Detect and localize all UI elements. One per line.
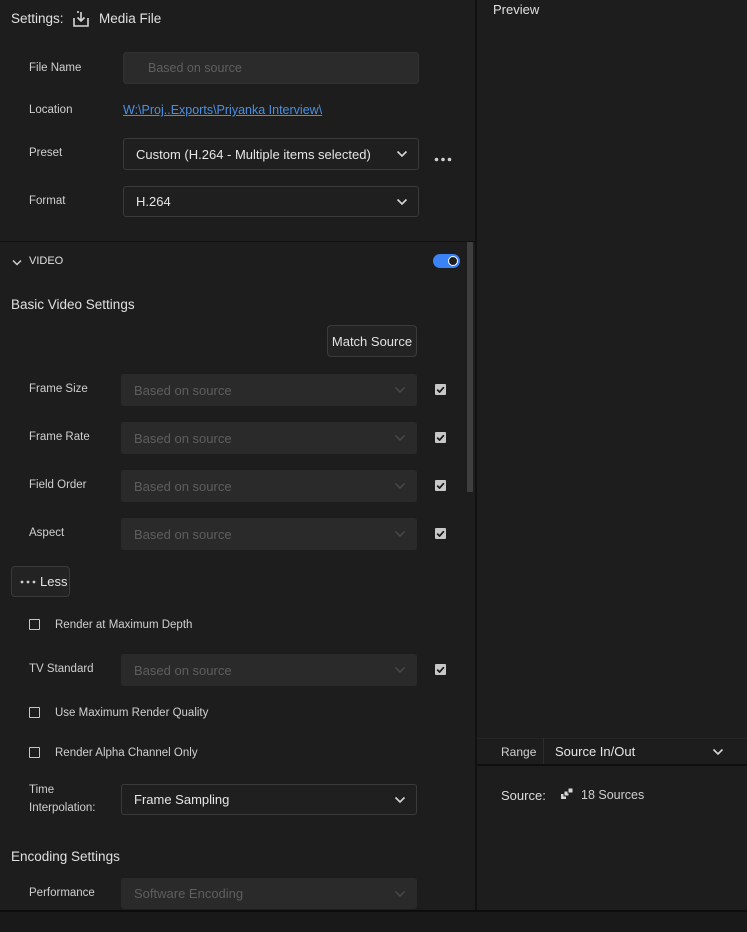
export-settings-panel (0, 0, 475, 910)
preview-panel (477, 0, 747, 910)
chevron-down-icon (394, 796, 406, 803)
preset-label: Preset (29, 147, 63, 159)
chevron-down-icon (396, 150, 408, 158)
less-label: Less (40, 574, 68, 589)
location-link[interactable]: W:\Proj..Exports\Priyanka Interview\ (123, 103, 322, 117)
frame-rate-value: Based on source (134, 430, 232, 446)
frame-size-value: Based on source (134, 382, 232, 398)
location-label: Location (29, 104, 73, 116)
destination-label: Media File (99, 11, 162, 26)
field-order-match-checkbox[interactable] (435, 480, 446, 491)
match-source-button[interactable]: Match Source (327, 325, 417, 357)
frame-rate-select[interactable]: Based on source (121, 422, 417, 454)
file-name-label: File Name (29, 62, 82, 74)
source-label: Source: (501, 788, 546, 803)
tv-standard-match-checkbox[interactable] (435, 664, 446, 675)
time-interpolation-label-line1: Time (29, 784, 55, 796)
chevron-down-icon (395, 483, 405, 489)
format-select[interactable]: H.264 (123, 186, 419, 217)
render-max-depth-label: Render at Maximum Depth (55, 619, 193, 631)
encoding-settings-heading: Encoding Settings (11, 849, 120, 864)
video-enable-toggle[interactable] (433, 254, 460, 268)
performance-label: Performance (29, 887, 95, 899)
frame-size-match-checkbox[interactable] (435, 384, 446, 395)
range-label: Range (501, 745, 537, 759)
aspect-value: Based on source (134, 526, 232, 542)
chevron-down-icon (395, 387, 405, 393)
chevron-down-icon (396, 198, 408, 205)
chevron-down-icon (395, 667, 405, 673)
field-order-label: Field Order (29, 479, 87, 491)
range-select[interactable]: Source In/Out (545, 739, 734, 764)
preset-select[interactable]: Custom (H.264 - Multiple items selected) (123, 138, 419, 170)
chevron-down-icon (395, 531, 405, 537)
tv-standard-value: Based on source (134, 662, 232, 678)
time-interpolation-value: Frame Sampling (134, 792, 230, 807)
sources-stack-icon (560, 787, 574, 801)
format-value: H.264 (136, 194, 171, 209)
performance-select[interactable]: Software Encoding (121, 878, 417, 909)
preset-value: Custom (H.264 - Multiple items selected) (136, 146, 371, 162)
render-max-depth-checkbox[interactable] (29, 619, 40, 630)
aspect-match-checkbox[interactable] (435, 528, 446, 539)
more-options-icon[interactable] (434, 151, 452, 162)
collapse-chevron-icon[interactable] (12, 256, 22, 266)
aspect-select[interactable]: Based on source (121, 518, 417, 550)
download-icon (72, 10, 90, 28)
field-order-value: Based on source (134, 478, 232, 494)
source-count: 18 Sources (581, 788, 645, 802)
section-divider (0, 241, 475, 242)
field-order-select[interactable]: Based on source (121, 470, 417, 502)
settings-scrollbar-thumb[interactable] (467, 242, 473, 492)
max-render-quality-label: Use Maximum Render Quality (55, 707, 209, 719)
time-interpolation-select[interactable]: Frame Sampling (121, 784, 417, 815)
preview-title: Preview (493, 2, 540, 17)
toggle-knob (448, 256, 458, 266)
range-divider (543, 738, 544, 764)
video-section-label: VIDEO (29, 255, 64, 267)
time-interpolation-label-line2: Interpolation: (29, 802, 96, 814)
max-render-quality-checkbox[interactable] (29, 707, 40, 718)
performance-value: Software Encoding (134, 886, 244, 901)
frame-size-select[interactable]: Based on source (121, 374, 417, 406)
ellipsis-icon (20, 580, 36, 583)
frame-rate-label: Frame Rate (29, 431, 90, 443)
preview-range-bottom-border (477, 764, 747, 766)
tv-standard-select[interactable]: Based on source (121, 654, 417, 686)
bottom-bar (0, 910, 747, 932)
alpha-only-label: Render Alpha Channel Only (55, 747, 198, 759)
format-label: Format (29, 195, 66, 207)
settings-label: Settings: (11, 11, 64, 26)
chevron-down-icon (395, 435, 405, 441)
frame-rate-match-checkbox[interactable] (435, 432, 446, 443)
aspect-label: Aspect (29, 527, 65, 539)
alpha-only-checkbox[interactable] (29, 747, 40, 758)
less-button[interactable]: Less (11, 566, 70, 597)
tv-standard-label: TV Standard (29, 663, 94, 675)
file-name-input[interactable]: Based on source (123, 52, 419, 84)
frame-size-label: Frame Size (29, 383, 88, 395)
range-value: Source In/Out (555, 744, 636, 759)
basic-video-settings-heading: Basic Video Settings (11, 297, 135, 312)
chevron-down-icon (712, 748, 724, 755)
chevron-down-icon (395, 890, 405, 897)
